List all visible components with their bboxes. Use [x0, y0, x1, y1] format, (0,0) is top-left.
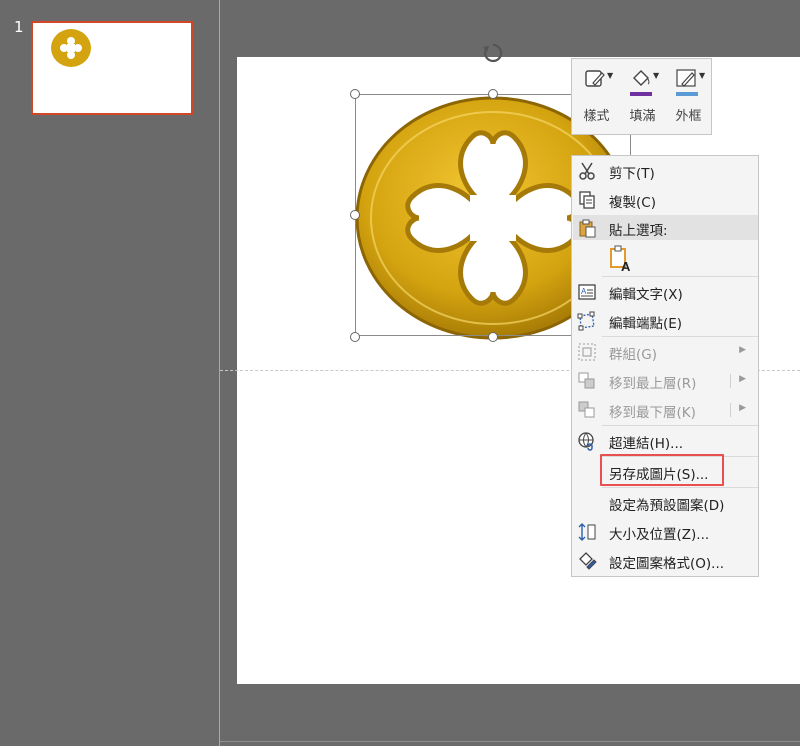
chevron-right-icon: ▶ [739, 403, 746, 413]
copy-icon [579, 191, 595, 209]
menu-separator [602, 276, 758, 277]
slide-number: 1 [14, 18, 24, 36]
menu-item-label: 設定圖案格式(O)... [609, 556, 725, 572]
fill-label: 填滿 [629, 109, 656, 124]
svg-text:A: A [581, 287, 587, 296]
chevron-down-icon: ▼ [607, 71, 614, 80]
resize-handle-bottom-left[interactable] [350, 332, 360, 342]
menu-item-label: 編輯文字(X) [609, 287, 683, 303]
menu-item-label: 剪下(T) [609, 166, 655, 182]
resize-handle-bottom[interactable] [488, 332, 498, 342]
split-divider [730, 374, 731, 388]
menu-item-copy[interactable]: 複製(C) [572, 186, 758, 214]
menu-separator [602, 336, 758, 337]
size-position-icon [578, 523, 596, 541]
scissors-icon [579, 162, 595, 180]
keep-text-only-icon[interactable]: A [608, 245, 634, 273]
format-shape-icon [579, 552, 597, 570]
split-divider [730, 403, 731, 417]
menu-item-label: 超連結(H)... [609, 436, 684, 452]
paste-icon [579, 219, 596, 238]
style-button[interactable]: ▼ 樣式 [574, 59, 619, 136]
menu-item-label: 設定為預設圖案(D) [609, 498, 725, 514]
highlight-annotation-box [600, 454, 724, 486]
hyperlink-icon [578, 432, 594, 451]
outline-button[interactable]: ▼ 外框 [666, 59, 711, 136]
menu-item-cut[interactable]: 剪下(T) [572, 157, 758, 185]
menu-item-label: 大小及位置(Z)... [609, 527, 710, 543]
menu-item-bring-to-front: 移到最上層(R) ▶ [572, 367, 758, 395]
chevron-right-icon: ▶ [739, 345, 746, 355]
menu-item-label: 移到最下層(K) [609, 405, 696, 421]
resize-handle-left[interactable] [350, 210, 360, 220]
chevron-down-icon: ▼ [699, 71, 706, 80]
mini-toolbar: ▼ 樣式 ▼ 填滿 ▼ 外框 [571, 58, 712, 135]
bring-front-icon [578, 372, 595, 389]
menu-item-label: 編輯端點(E) [609, 316, 683, 332]
menu-item-label: 群組(G) [609, 347, 657, 363]
paint-bucket-icon [630, 70, 652, 96]
menu-item-send-to-back: 移到最下層(K) ▶ [572, 396, 758, 424]
send-back-icon [578, 401, 595, 418]
context-menu: 剪下(T) 複製(C) 貼上選項: A A 編輯文字(X) 編輯端點(E) 群組… [571, 155, 759, 577]
chevron-right-icon: ▶ [739, 374, 746, 384]
menu-item-label: 移到最上層(R) [609, 376, 697, 392]
menu-item-label: 貼上選項: [609, 223, 668, 239]
menu-separator [602, 487, 758, 488]
shape-style-icon [585, 70, 605, 87]
menu-item-group: 群組(G) ▶ [572, 338, 758, 366]
edit-points-icon [577, 311, 595, 331]
menu-item-set-default-shape[interactable]: 設定為預設圖案(D) [572, 489, 758, 517]
menu-separator [602, 425, 758, 426]
menu-item-edit-text[interactable]: A 編輯文字(X) [572, 278, 758, 306]
menu-item-format-shape[interactable]: 設定圖案格式(O)... [572, 547, 758, 575]
menu-item-label: 複製(C) [609, 195, 656, 211]
svg-text:A: A [621, 259, 631, 273]
menu-item-paste-options: 貼上選項: [572, 214, 758, 242]
slide-thumbnail[interactable] [31, 21, 193, 115]
pen-outline-icon [676, 69, 698, 96]
chevron-down-icon: ▼ [653, 71, 660, 80]
resize-handle-top[interactable] [488, 89, 498, 99]
slide-thumbnail-pane: 1 [0, 0, 220, 746]
menu-item-hyperlink[interactable]: 超連結(H)... [572, 427, 758, 455]
menu-item-size-and-position[interactable]: 大小及位置(Z)... [572, 518, 758, 546]
rotate-handle-icon[interactable] [481, 41, 505, 65]
menu-item-edit-points[interactable]: 編輯端點(E) [572, 307, 758, 335]
edit-text-icon: A [578, 284, 596, 300]
outline-label: 外框 [675, 109, 702, 124]
thumbnail-shape [51, 29, 91, 67]
group-icon [578, 343, 596, 361]
resize-handle-top-left[interactable] [350, 89, 360, 99]
fill-button[interactable]: ▼ 填滿 [620, 59, 665, 136]
style-label: 樣式 [583, 109, 610, 124]
editing-area-border [220, 741, 800, 742]
